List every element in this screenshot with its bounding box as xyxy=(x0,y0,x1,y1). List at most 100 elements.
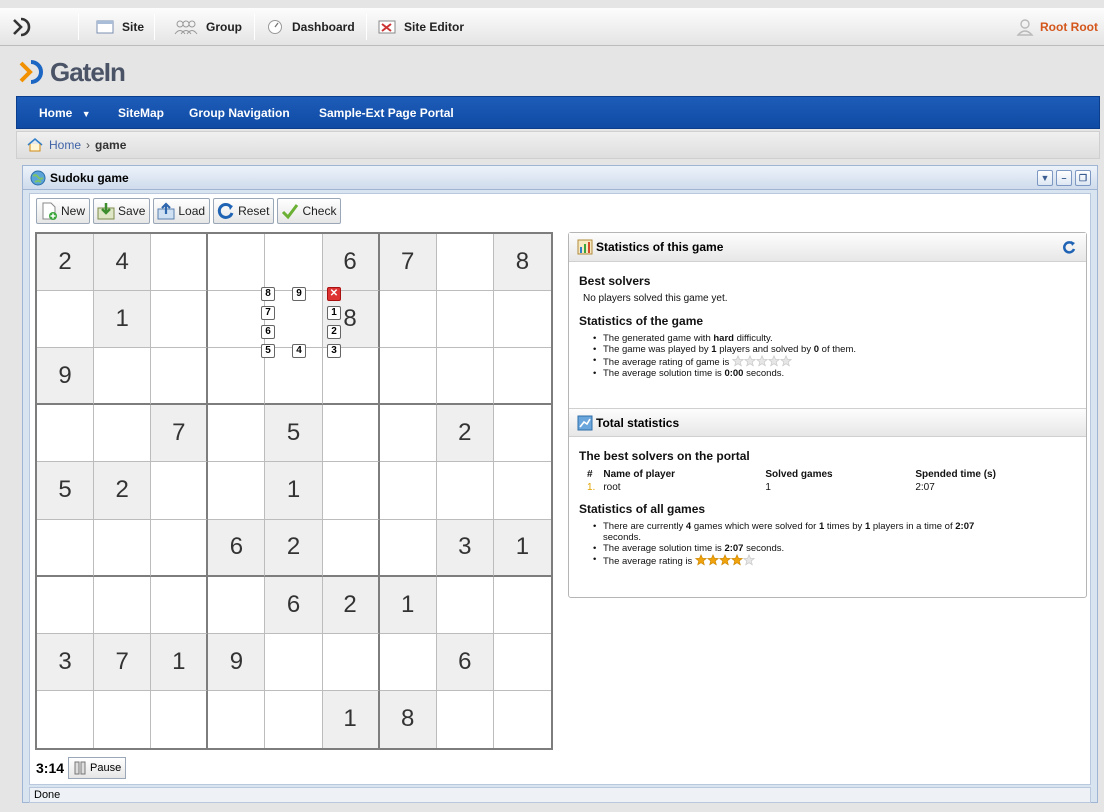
sudoku-cell[interactable]: 1 xyxy=(265,462,323,520)
picker-number[interactable]: 5 xyxy=(261,344,275,358)
sudoku-cell[interactable]: 5 xyxy=(265,405,323,463)
sudoku-cell[interactable]: 1 xyxy=(94,291,152,349)
sudoku-cell[interactable] xyxy=(94,348,152,406)
sudoku-cell[interactable]: 1 xyxy=(379,576,437,634)
sudoku-cell[interactable] xyxy=(493,462,551,520)
picker-number[interactable]: 7 xyxy=(261,306,275,320)
sudoku-cell[interactable] xyxy=(151,462,209,520)
reset-button[interactable]: Reset xyxy=(213,198,275,224)
sudoku-cell[interactable] xyxy=(151,348,209,406)
sudoku-cell[interactable] xyxy=(436,576,494,634)
sudoku-cell[interactable] xyxy=(37,405,95,463)
breadcrumb-home[interactable]: Home xyxy=(49,138,81,152)
sudoku-cell[interactable] xyxy=(94,576,152,634)
sudoku-cell[interactable] xyxy=(493,348,551,406)
picker-number[interactable]: 2 xyxy=(327,325,341,339)
sudoku-cell[interactable] xyxy=(37,291,95,349)
sudoku-cell[interactable] xyxy=(322,519,380,577)
sudoku-cell[interactable] xyxy=(379,519,437,577)
sudoku-cell[interactable] xyxy=(208,576,266,634)
maximize-icon[interactable]: ❐ xyxy=(1075,170,1091,186)
sudoku-cell[interactable] xyxy=(322,462,380,520)
sudoku-cell[interactable] xyxy=(494,691,551,748)
gatein-brand[interactable]: GateIn xyxy=(18,56,126,88)
sudoku-cell[interactable] xyxy=(379,405,437,463)
sudoku-cell[interactable]: 6 xyxy=(322,234,380,292)
dropdown-icon[interactable]: ▼ xyxy=(1037,170,1053,186)
sudoku-cell[interactable] xyxy=(208,462,266,520)
sudoku-cell[interactable] xyxy=(265,633,323,691)
nav-sitemap[interactable]: SiteMap xyxy=(118,97,164,130)
sudoku-cell[interactable]: 5 xyxy=(37,462,95,520)
sudoku-cell[interactable] xyxy=(436,234,494,292)
sudoku-cell[interactable] xyxy=(94,690,152,748)
sudoku-cell[interactable]: 8 xyxy=(493,234,551,292)
sudoku-cell[interactable]: 9 xyxy=(37,348,95,406)
sudoku-cell[interactable] xyxy=(322,405,380,463)
picker-number[interactable]: 9 xyxy=(292,287,306,301)
sudoku-cell[interactable] xyxy=(151,291,209,349)
sudoku-cell[interactable] xyxy=(493,634,551,691)
load-button[interactable]: Load xyxy=(153,198,211,224)
sudoku-cell[interactable] xyxy=(379,291,437,349)
sudoku-cell[interactable]: 9 xyxy=(208,633,266,691)
site-editor-menu[interactable]: Site Editor xyxy=(378,8,464,46)
sudoku-cell[interactable] xyxy=(151,234,209,292)
sudoku-cell[interactable]: 1 xyxy=(322,690,380,748)
sudoku-cell[interactable] xyxy=(379,462,437,520)
sudoku-cell[interactable] xyxy=(37,519,95,577)
picker-number[interactable]: 1 xyxy=(327,306,341,320)
sudoku-cell[interactable] xyxy=(379,348,437,406)
sudoku-cell[interactable] xyxy=(37,690,95,748)
sudoku-cell[interactable]: 6 xyxy=(436,633,494,691)
refresh-icon[interactable] xyxy=(1062,240,1076,254)
sudoku-cell[interactable]: 2 xyxy=(94,462,152,520)
sudoku-cell[interactable] xyxy=(493,291,551,349)
picker-number[interactable]: 3 xyxy=(327,344,341,358)
sudoku-cell[interactable] xyxy=(322,633,380,691)
gatein-logo-icon[interactable] xyxy=(10,15,34,39)
new-button[interactable]: New xyxy=(36,198,91,224)
sudoku-cell[interactable] xyxy=(208,690,266,748)
sudoku-cell[interactable]: 3 xyxy=(37,633,95,691)
picker-number[interactable]: 6 xyxy=(261,325,275,339)
user-menu[interactable]: Root Root xyxy=(1016,8,1098,46)
group-menu[interactable]: Group xyxy=(174,8,242,46)
sudoku-cell[interactable] xyxy=(436,462,494,520)
save-button[interactable]: Save xyxy=(93,198,151,224)
sudoku-cell[interactable] xyxy=(151,519,209,577)
sudoku-cell[interactable] xyxy=(151,576,209,634)
sudoku-cell[interactable] xyxy=(379,633,437,691)
nav-sample-ext[interactable]: Sample-Ext Page Portal xyxy=(319,97,454,130)
sudoku-cell[interactable] xyxy=(265,234,323,292)
sudoku-cell[interactable] xyxy=(151,690,209,748)
sudoku-cell[interactable]: 2 xyxy=(436,405,494,463)
sudoku-cell[interactable] xyxy=(436,291,494,349)
minimize-icon[interactable]: – xyxy=(1056,170,1072,186)
nav-group-navigation[interactable]: Group Navigation xyxy=(189,97,290,130)
sudoku-cell[interactable] xyxy=(208,405,266,463)
sudoku-cell[interactable]: 7 xyxy=(379,234,437,292)
sudoku-cell[interactable]: 7 xyxy=(151,405,209,463)
sudoku-cell[interactable] xyxy=(208,234,266,292)
picker-number[interactable]: 4 xyxy=(292,344,306,358)
sudoku-cell[interactable] xyxy=(436,348,494,406)
sudoku-cell[interactable] xyxy=(37,576,95,634)
sudoku-cell[interactable]: 2 xyxy=(322,576,380,634)
sudoku-cell[interactable]: 1 xyxy=(151,633,209,691)
close-icon[interactable]: ✕ xyxy=(327,287,341,301)
sudoku-cell[interactable]: 6 xyxy=(208,519,266,577)
sudoku-cell[interactable] xyxy=(493,405,551,463)
picker-number[interactable]: 8 xyxy=(261,287,275,301)
sudoku-cell[interactable]: 3 xyxy=(436,519,494,577)
sudoku-cell[interactable]: 6 xyxy=(265,576,323,634)
sudoku-cell[interactable] xyxy=(94,519,152,577)
check-button[interactable]: Check xyxy=(277,198,342,224)
site-menu[interactable]: Site xyxy=(96,8,144,46)
sudoku-cell[interactable]: 7 xyxy=(94,633,152,691)
sudoku-cell[interactable]: 2 xyxy=(265,519,323,577)
sudoku-cell[interactable] xyxy=(94,405,152,463)
pause-button[interactable]: Pause xyxy=(68,757,127,779)
sudoku-cell[interactable] xyxy=(493,577,551,634)
sudoku-cell[interactable]: 4 xyxy=(94,234,152,292)
